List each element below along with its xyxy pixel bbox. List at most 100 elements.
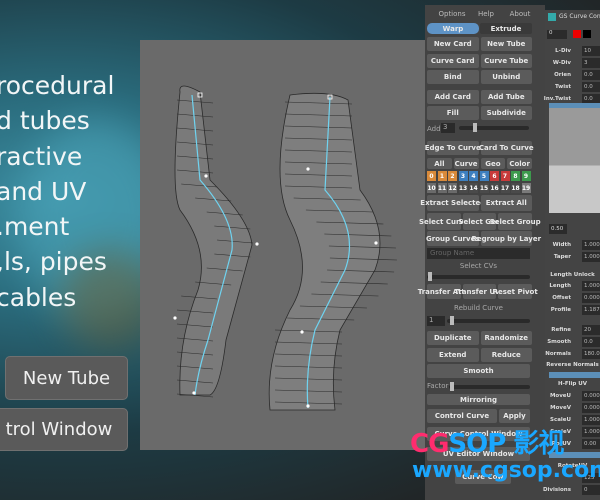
curve-card-button[interactable]: Curve Card — [427, 54, 479, 68]
tab-warp[interactable]: Warp — [427, 23, 479, 34]
smooth-button[interactable]: Smooth — [427, 364, 530, 378]
length-unlock-button[interactable]: Length Unlock — [545, 272, 600, 278]
layer-6-button[interactable]: 6 — [490, 171, 499, 181]
unbind-button[interactable]: Unbind — [480, 70, 532, 84]
layer-7-button[interactable]: 7 — [500, 171, 510, 181]
normals-field[interactable]: 180.0 — [582, 349, 600, 359]
factor-slider[interactable] — [449, 382, 530, 391]
slider-handle[interactable] — [450, 382, 454, 391]
select-group-button[interactable]: Select Group — [490, 213, 541, 230]
add-slider[interactable] — [459, 123, 529, 132]
control-window-big-button[interactable]: trol Window — [0, 408, 128, 451]
red-color-swatch[interactable] — [573, 30, 581, 38]
group-name-input[interactable]: Group Name — [427, 248, 530, 259]
extract-all-button[interactable]: Extract All — [480, 195, 532, 211]
smooth-field[interactable]: 0.0 — [582, 337, 600, 347]
select-cvs-slider[interactable] — [427, 272, 530, 281]
ldiv-field[interactable]: 10 — [582, 46, 600, 56]
layer-18-button[interactable]: 18 — [511, 183, 520, 193]
black-color-swatch[interactable] — [583, 30, 591, 38]
subdivide-button[interactable]: Subdivide — [480, 106, 532, 120]
offset-field[interactable]: 0.000 — [582, 293, 600, 303]
curve-button[interactable]: Curve — [453, 158, 479, 169]
menu-about[interactable]: About — [505, 10, 535, 18]
select-curve-button[interactable]: Select Curve — [419, 213, 469, 230]
layer-19-button[interactable]: 19 — [521, 183, 531, 193]
layer-dropdown[interactable]: 0 — [547, 30, 567, 39]
divisions-field[interactable]: 0 — [582, 485, 600, 495]
bind-button[interactable]: Bind — [427, 70, 479, 84]
length-field[interactable]: 1.000 — [582, 281, 600, 291]
regroup-by-layer-button[interactable]: Regroup by Layer — [471, 231, 541, 246]
curve-tube-button[interactable]: Curve Tube — [480, 54, 532, 68]
layer-15-button[interactable]: 15 — [479, 183, 489, 193]
extend-button[interactable]: Extend — [427, 348, 479, 362]
width-field[interactable]: 1.000 — [582, 240, 600, 250]
scalev-field[interactable]: 1.000 — [582, 427, 600, 437]
edge-to-curve-button[interactable]: Edge To Curve — [425, 141, 481, 155]
layer-11-button[interactable]: 11 — [437, 183, 447, 193]
graph-value-field[interactable]: 0.50 — [549, 224, 567, 234]
headline-line: ment. — [0, 212, 70, 242]
taper-field[interactable]: 1.000 — [582, 252, 600, 262]
headline-line: d tubes — [0, 106, 90, 136]
geo-button[interactable]: Geo — [480, 158, 506, 169]
add-tube-button[interactable]: Add Tube — [480, 90, 532, 104]
transfer-uvs-button[interactable]: Transfer UVs — [454, 284, 505, 299]
layer-3-button[interactable]: 3 — [458, 171, 468, 181]
movev-field[interactable]: 0.000 — [582, 403, 600, 413]
layer-0-button[interactable]: 0 — [427, 171, 436, 181]
rotuv-field[interactable]: 0.00 — [582, 439, 600, 449]
layer-13-button[interactable]: 13 — [458, 183, 468, 193]
profile-graph[interactable] — [549, 108, 600, 213]
wdiv-field[interactable]: 3 — [582, 58, 600, 68]
layer-8-button[interactable]: 8 — [511, 171, 520, 181]
h-flip-uv-button[interactable]: H-Flip UV — [545, 381, 600, 387]
label-movev: MoveV — [550, 405, 571, 411]
layer-16-button[interactable]: 16 — [490, 183, 499, 193]
profile-field[interactable]: 1.187 — [582, 305, 600, 315]
refine-field[interactable]: 20 — [582, 325, 600, 335]
twist-field[interactable]: 0.0 — [582, 82, 600, 92]
control-curve-button[interactable]: Control Curve — [427, 409, 497, 423]
menu-options[interactable]: Options — [437, 10, 467, 18]
apply-button[interactable]: Apply — [499, 409, 530, 423]
mirroring-button[interactable]: Mirroring — [427, 394, 530, 405]
slider-handle[interactable] — [428, 272, 432, 281]
label-taper: Taper — [553, 254, 571, 260]
duplicate-button[interactable]: Duplicate — [427, 331, 479, 345]
new-tube-button[interactable]: New Tube — [480, 37, 532, 51]
moveu-field[interactable]: 0.000 — [582, 391, 600, 401]
new-card-button[interactable]: New Card — [427, 37, 479, 51]
layer-10-button[interactable]: 10 — [427, 183, 436, 193]
orien-field[interactable]: 0.0 — [582, 70, 600, 80]
add-count-field[interactable]: 3 — [441, 123, 455, 133]
layer-5-button[interactable]: 5 — [479, 171, 489, 181]
randomize-button[interactable]: Randomize — [480, 331, 532, 345]
rebuild-slider[interactable] — [447, 316, 530, 325]
layer-4-button[interactable]: 4 — [469, 171, 478, 181]
reverse-normals-button[interactable]: Reverse Normals — [545, 362, 600, 368]
reduce-button[interactable]: Reduce — [480, 348, 532, 362]
layer-9-button[interactable]: 9 — [521, 171, 531, 181]
slider-handle[interactable] — [450, 316, 454, 325]
fill-button[interactable]: Fill — [427, 106, 479, 120]
scaleu-field[interactable]: 1.000 — [582, 415, 600, 425]
viewport-3d[interactable] — [140, 40, 427, 450]
layer-1-button[interactable]: 1 — [437, 171, 447, 181]
color-button[interactable]: Color — [507, 158, 532, 169]
layer-17-button[interactable]: 17 — [500, 183, 510, 193]
menu-help[interactable]: Help — [471, 10, 501, 18]
extract-selected-button[interactable]: Extract Selected — [420, 195, 485, 211]
layer-12-button[interactable]: 12 — [448, 183, 457, 193]
tab-extrude[interactable]: Extrude — [480, 23, 532, 34]
all-button[interactable]: All — [427, 158, 452, 169]
reset-pivot-button[interactable]: Reset Pivot — [493, 284, 538, 299]
new-tube-big-button[interactable]: New Tube — [5, 356, 128, 400]
layer-2-button[interactable]: 2 — [448, 171, 457, 181]
card-to-curve-button[interactable]: Card To Curve — [479, 141, 534, 155]
layer-14-button[interactable]: 14 — [469, 183, 478, 193]
slider-handle[interactable] — [473, 123, 477, 132]
add-card-button[interactable]: Add Card — [427, 90, 479, 104]
rebuild-value-field[interactable]: 1 — [427, 316, 445, 326]
